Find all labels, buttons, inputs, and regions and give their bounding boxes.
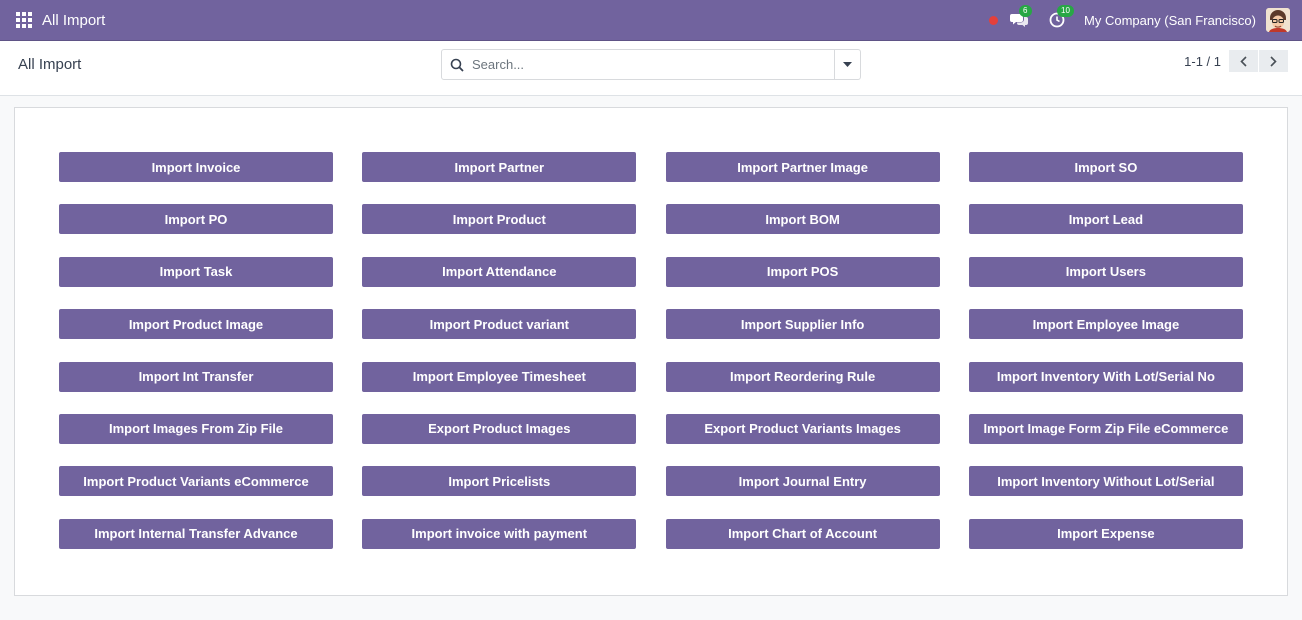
import-inventory-with-lot-button[interactable]: Import Inventory With Lot/Serial No [968, 361, 1243, 392]
import-partner-button[interactable]: Import Partner [362, 152, 637, 182]
control-panel: All Import 1-1 / 1 [0, 41, 1302, 96]
import-journal-entry-button[interactable]: Import Journal Entry [665, 466, 940, 497]
search-options-toggle[interactable] [834, 50, 860, 79]
search-icon [442, 58, 472, 72]
activities-count-badge: 10 [1057, 5, 1074, 17]
import-pos-button[interactable]: Import POS [665, 256, 940, 287]
chevron-right-icon [1270, 55, 1277, 67]
import-expense-button[interactable]: Import Expense [968, 518, 1243, 549]
caret-down-icon [843, 62, 852, 67]
import-product-variants-ecommerce-button[interactable]: Import Product Variants eCommerce [59, 466, 333, 497]
breadcrumb: All Import [18, 56, 82, 73]
import-pricelists-button[interactable]: Import Pricelists [362, 466, 637, 497]
messages-button[interactable]: 6 [1008, 5, 1032, 31]
recording-indicator-icon[interactable] [989, 15, 999, 25]
import-card: Import Invoice Import Partner Import Par… [14, 107, 1288, 596]
import-images-from-zip-button[interactable]: Import Images From Zip File [59, 413, 333, 444]
import-po-button[interactable]: Import PO [59, 204, 333, 235]
chevron-left-icon [1240, 55, 1247, 67]
import-buttons-grid: Import Invoice Import Partner Import Par… [59, 152, 1243, 549]
import-supplier-info-button[interactable]: Import Supplier Info [665, 309, 940, 340]
pager-next-button[interactable] [1259, 50, 1288, 72]
import-employee-timesheet-button[interactable]: Import Employee Timesheet [362, 361, 637, 392]
app-title[interactable]: All Import [42, 12, 105, 29]
activities-button[interactable]: 10 [1046, 5, 1074, 31]
import-attendance-button[interactable]: Import Attendance [362, 256, 637, 287]
import-product-variant-button[interactable]: Import Product variant [362, 309, 637, 340]
import-partner-image-button[interactable]: Import Partner Image [665, 152, 940, 182]
import-product-button[interactable]: Import Product [362, 204, 637, 235]
import-int-transfer-button[interactable]: Import Int Transfer [59, 361, 333, 392]
import-internal-transfer-advance-button[interactable]: Import Internal Transfer Advance [59, 518, 333, 549]
user-avatar-icon [1266, 8, 1290, 32]
import-users-button[interactable]: Import Users [968, 256, 1243, 287]
pager: 1-1 / 1 [1184, 50, 1288, 72]
pager-value[interactable]: 1-1 / 1 [1184, 54, 1221, 69]
search-bar [441, 49, 861, 80]
search-input[interactable] [472, 50, 834, 79]
import-chart-of-account-button[interactable]: Import Chart of Account [665, 518, 940, 549]
user-avatar[interactable] [1266, 8, 1290, 32]
top-navbar: All Import 6 10 My Company (San Francisc… [0, 0, 1302, 41]
import-image-form-zip-ecommerce-button[interactable]: Import Image Form Zip File eCommerce [968, 413, 1243, 444]
export-product-images-button[interactable]: Export Product Images [362, 413, 637, 444]
import-bom-button[interactable]: Import BOM [665, 204, 940, 235]
import-invoice-with-payment-button[interactable]: Import invoice with payment [362, 518, 637, 549]
import-so-button[interactable]: Import SO [968, 152, 1243, 182]
company-switcher[interactable]: My Company (San Francisco) [1084, 13, 1256, 28]
import-inventory-without-lot-button[interactable]: Import Inventory Without Lot/Serial [968, 466, 1243, 497]
messages-count-badge: 6 [1019, 5, 1032, 17]
apps-menu-icon[interactable] [16, 12, 32, 28]
import-employee-image-button[interactable]: Import Employee Image [968, 309, 1243, 340]
import-task-button[interactable]: Import Task [59, 256, 333, 287]
import-reordering-rule-button[interactable]: Import Reordering Rule [665, 361, 940, 392]
import-invoice-button[interactable]: Import Invoice [59, 152, 333, 182]
import-product-image-button[interactable]: Import Product Image [59, 309, 333, 340]
import-lead-button[interactable]: Import Lead [968, 204, 1243, 235]
export-product-variants-images-button[interactable]: Export Product Variants Images [665, 413, 940, 444]
pager-previous-button[interactable] [1229, 50, 1258, 72]
navbar-systray: 6 10 My Company (San Francisco) [989, 5, 1290, 32]
